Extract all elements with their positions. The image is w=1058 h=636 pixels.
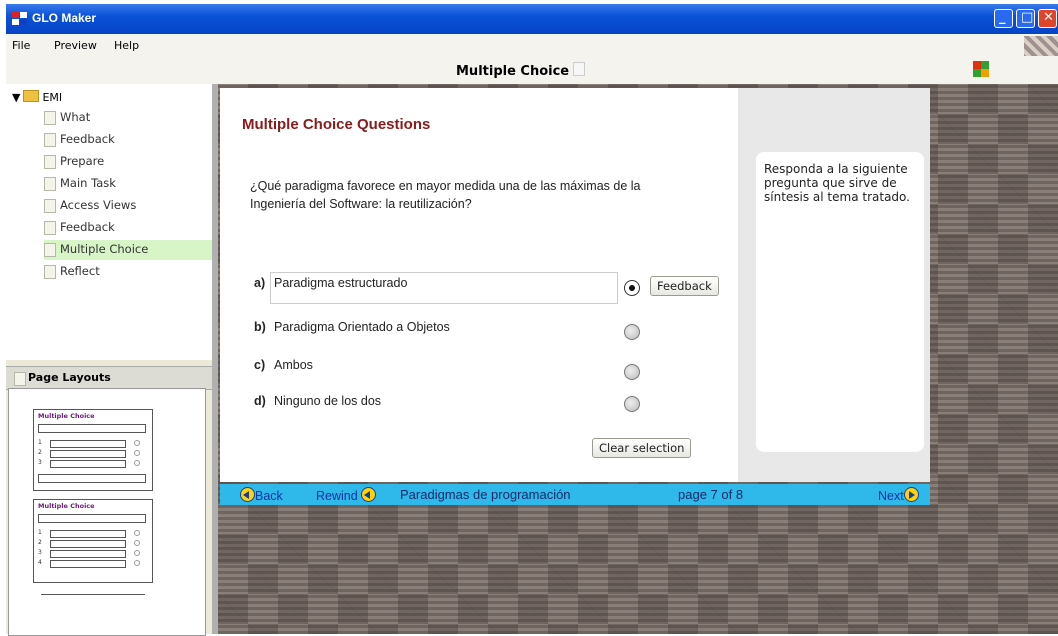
page-doc-icon[interactable] <box>573 62 586 76</box>
option-b: b) Paradigma Orientado a Objetos <box>254 320 450 334</box>
layout-thumb-4-options[interactable]: Multiple Choice 1 2 3 4 <box>33 499 153 583</box>
section-title: Paradigmas de programación <box>400 487 571 502</box>
layout-thumb-3-options[interactable]: Multiple Choice 1 2 3 <box>33 409 153 491</box>
tree-item-prepare[interactable]: Prepare <box>44 152 212 172</box>
page-icon <box>44 133 56 147</box>
option-b-radio[interactable] <box>624 324 640 340</box>
folder-icon <box>23 90 40 102</box>
layout-color-icon[interactable] <box>973 61 989 77</box>
app-window: GLO Maker _ □ ✕ File Preview Help Multip… <box>6 4 1058 636</box>
page-title: Multiple Choice <box>456 62 586 79</box>
menu-file[interactable]: File <box>12 39 30 52</box>
option-d-radio[interactable] <box>624 396 640 412</box>
rewind-arrow-icon <box>361 487 377 502</box>
tree-item-multiple-choice[interactable]: Multiple Choice <box>44 240 212 260</box>
minimize-button[interactable]: _ <box>994 9 1013 28</box>
option-b-text: Paradigma Orientado a Objetos <box>274 320 450 334</box>
menu-preview[interactable]: Preview <box>54 39 97 52</box>
page-icon <box>44 155 56 169</box>
next-arrow-icon <box>903 487 919 502</box>
page-counter: page 7 of 8 <box>678 487 744 502</box>
next-button[interactable]: Next <box>878 487 919 503</box>
maximize-button[interactable]: □ <box>1016 9 1035 28</box>
close-button[interactable]: ✕ <box>1038 9 1057 28</box>
option-a: a) Paradigma estructurado <box>254 276 408 290</box>
page-icon <box>44 265 56 279</box>
tree-item-feedback[interactable]: Feedback <box>44 130 212 150</box>
option-c-text: Ambos <box>274 358 313 372</box>
page-icon <box>44 111 56 125</box>
tree-item-reflect[interactable]: Reflect <box>44 262 212 282</box>
tree-item-what[interactable]: What <box>44 108 212 128</box>
tree-item-access-views[interactable]: Access Views <box>44 196 212 216</box>
layout-divider <box>41 594 145 595</box>
question-heading: Multiple Choice Questions <box>242 116 431 133</box>
navigation-bar: Back Rewind Paradigmas de programación p… <box>220 484 930 505</box>
instruction-text: Responda a la siguiente pregunta que sir… <box>764 162 910 204</box>
window-title: GLO Maker <box>32 11 97 25</box>
option-c-radio[interactable] <box>624 364 640 380</box>
page-toolbar: Multiple Choice <box>6 56 1058 85</box>
back-button[interactable]: Back <box>240 487 283 503</box>
title-bar: GLO Maker _ □ ✕ <box>6 4 1058 34</box>
app-logo-icon <box>12 12 28 26</box>
menu-help[interactable]: Help <box>114 39 139 52</box>
page-tree: ▼ EMI What Feedback Prepare Main Task Acc… <box>6 84 213 360</box>
page-layouts-panel: Multiple Choice 1 2 3 Multiple Choice 1 … <box>8 388 206 636</box>
menu-bar: File Preview Help <box>6 34 1058 56</box>
instruction-box: Responda a la siguiente pregunta que sir… <box>756 152 924 452</box>
option-d-text: Ninguno de los dos <box>274 394 382 408</box>
clear-selection-button[interactable]: Clear selection <box>592 438 692 458</box>
feedback-button[interactable]: Feedback <box>650 276 719 296</box>
rewind-button[interactable]: Rewind <box>316 487 377 503</box>
tree-item-feedback-2[interactable]: Feedback <box>44 218 212 238</box>
tree-item-main-task[interactable]: Main Task <box>44 174 212 194</box>
option-a-text: Paradigma estructurado <box>274 276 408 290</box>
page-icon <box>44 221 56 235</box>
option-c: c) Ambos <box>254 358 313 372</box>
tree-root-emi[interactable]: ▼ EMI <box>12 90 62 104</box>
option-d: d) Ninguno de los dos <box>254 394 382 408</box>
page-icon <box>44 199 56 213</box>
question-text: ¿Qué paradigma favorece en mayor medida … <box>250 179 641 211</box>
page-layouts-header: Page Layouts <box>6 366 212 390</box>
back-arrow-icon <box>240 487 255 502</box>
option-a-radio[interactable] <box>624 280 640 296</box>
page-icon <box>44 177 56 191</box>
page-icon <box>44 243 56 257</box>
page-layouts-icon <box>14 372 26 386</box>
